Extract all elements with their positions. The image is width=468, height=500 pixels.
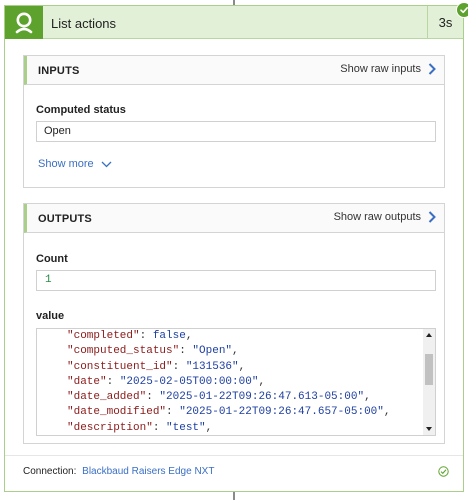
connection-info: Connection: Blackbaud Raisers Edge NXT [23, 466, 214, 477]
code-token-key: "description" [67, 421, 153, 434]
flow-connector-bottom [233, 492, 235, 500]
scroll-up-arrow-icon[interactable] [423, 330, 435, 340]
show-raw-inputs-label: Show raw inputs [340, 63, 421, 75]
connection-ok-icon [438, 466, 449, 477]
code-token-sep: : [172, 360, 186, 373]
code-token-end: , [205, 421, 213, 434]
action-title: List actions [51, 16, 117, 31]
chevron-right-icon [428, 63, 436, 75]
count-field: 1 [36, 270, 436, 291]
count-label: Count [36, 253, 68, 265]
code-token-sep: : [166, 406, 180, 419]
outputs-title: OUTPUTS [38, 213, 92, 225]
count-value: 1 [45, 274, 52, 286]
code-line: "date": "2025-02-05T00:00:00", [67, 375, 390, 390]
success-check-icon [456, 2, 468, 18]
code-scrollbar[interactable] [423, 329, 435, 435]
code-token-val: "test" [166, 421, 206, 434]
computed-status-field: Open [36, 121, 436, 142]
raisers-edge-icon [15, 12, 33, 33]
show-raw-inputs-button[interactable]: Show raw inputs [340, 63, 436, 75]
code-token-key: "date" [67, 375, 107, 388]
connection-label: Connection: [23, 466, 77, 477]
code-token-val: false [152, 330, 186, 342]
chevron-right-icon [428, 211, 436, 223]
computed-status-value: Open [44, 125, 71, 137]
code-token-end: , [258, 375, 266, 388]
show-more-label: Show more [38, 158, 94, 170]
value-label: value [36, 310, 65, 322]
code-token-sep: : [152, 421, 167, 434]
chevron-down-icon [101, 161, 112, 167]
action-card: List actions 3s INPUTS Show raw inputs C… [4, 2, 468, 492]
inputs-title: INPUTS [38, 65, 80, 77]
show-raw-outputs-label: Show raw outputs [333, 211, 421, 223]
inputs-section: INPUTS Show raw inputs Computed status O… [23, 55, 445, 188]
inputs-header: INPUTS Show raw inputs [24, 56, 444, 85]
code-token-key: "date_modified" [67, 406, 167, 419]
code-token-end: , [238, 360, 246, 373]
code-line: "date_added": "2025-01-22T09:26:47.613-0… [67, 390, 390, 405]
code-lines: "completed": false, "computed_status": "O… [67, 329, 390, 435]
code-token-sep: : [179, 345, 193, 358]
code-token-end: , [185, 330, 193, 342]
code-token-val: "131536" [185, 360, 239, 373]
code-line: "constituent_id": "131536", [67, 360, 390, 375]
code-token-val: "2025-02-05T00:00:00" [119, 375, 259, 388]
outputs-header: OUTPUTS Show raw outputs [24, 204, 444, 233]
value-code-viewer[interactable]: "completed": false, "computed_status": "O… [36, 328, 436, 436]
code-token-end: , [383, 406, 391, 419]
code-token-key: "date_added" [67, 391, 147, 404]
footer-divider [5, 455, 463, 456]
action-icon [5, 6, 43, 39]
scroll-thumb[interactable] [425, 354, 433, 385]
code-line: "completed": false, [67, 329, 390, 344]
code-line: "computed_status": "Open", [67, 344, 390, 359]
code-token-val: "2025-01-22T09:26:47.613-05:00" [159, 391, 365, 404]
code-token-key: "completed" [67, 330, 140, 342]
code-token-end: , [232, 345, 239, 358]
code-line: "date_modified": "2025-01-22T09:26:47.65… [67, 405, 390, 420]
code-token-sep: : [146, 391, 160, 404]
action-header[interactable]: List actions 3s [5, 6, 463, 39]
code-token-sep: : [139, 330, 153, 342]
show-raw-outputs-button[interactable]: Show raw outputs [334, 211, 436, 223]
code-token-val: "2025-01-22T09:26:47.657-05:00" [179, 406, 384, 419]
code-gutter [37, 329, 57, 435]
computed-status-label: Computed status [36, 104, 126, 116]
show-more-link[interactable]: Show more [38, 158, 112, 170]
code-token-sep: : [106, 375, 120, 388]
outputs-section: OUTPUTS Show raw outputs Count 1 value "… [23, 203, 445, 444]
code-line: "description": "test", [67, 421, 390, 435]
code-token-val: "Open" [192, 345, 233, 358]
code-token-key: "constituent_id" [67, 360, 173, 373]
code-token-end: , [364, 391, 371, 404]
code-token-key: "computed_status" [67, 345, 180, 358]
scroll-down-arrow-icon[interactable] [423, 424, 435, 434]
connection-link[interactable]: Blackbaud Raisers Edge NXT [82, 466, 214, 477]
